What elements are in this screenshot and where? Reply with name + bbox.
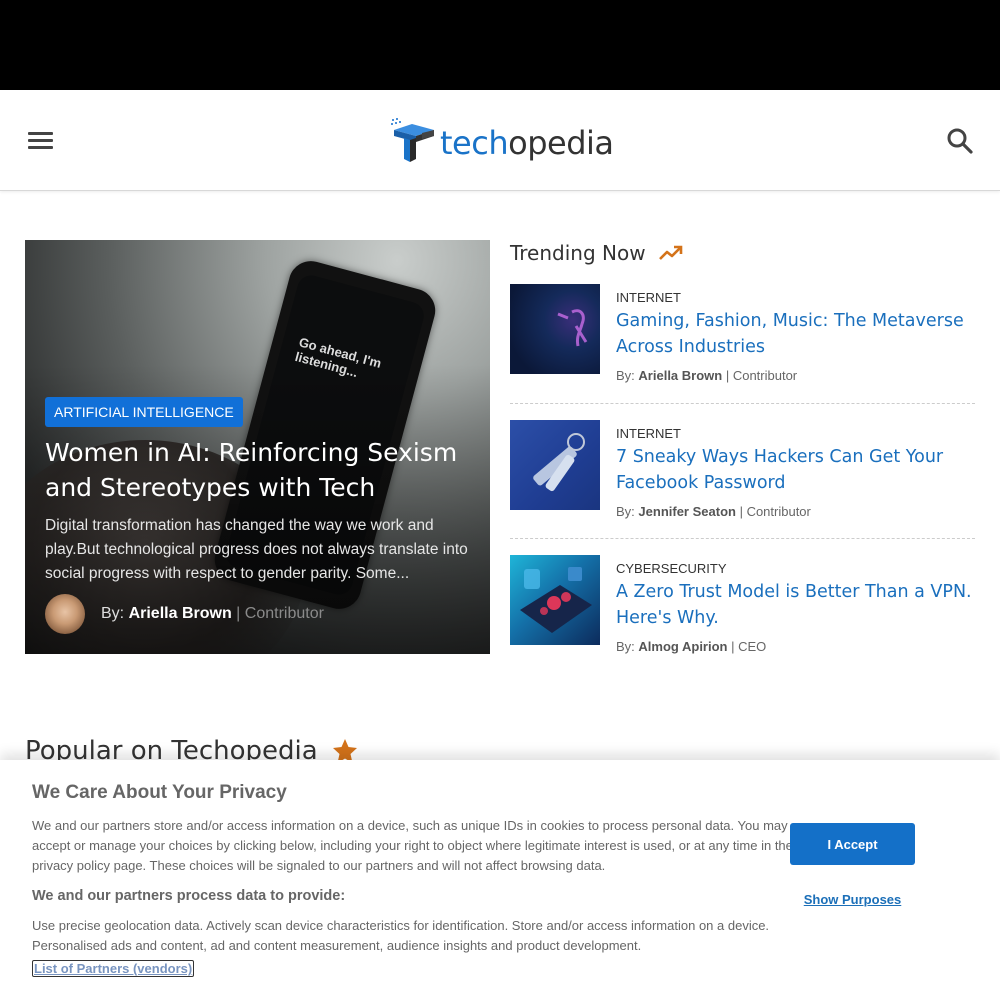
trending-title-link[interactable]: A Zero Trust Model is Better Than a VPN.… [616,579,976,631]
trending-up-icon [658,245,682,260]
hero-author: By: Ariella Brown | Contributor [45,594,324,634]
consent-purposes: Use precise geolocation data. Actively s… [32,918,770,953]
hero-article[interactable]: Go ahead, I'm listening... ARTIFICIAL IN… [25,240,490,654]
site-logo[interactable]: techopedia [390,118,614,164]
by-label: By: [616,368,635,383]
logo-text-opedia: opedia [508,124,614,162]
search-icon[interactable] [945,126,975,156]
logo-mark-icon [391,118,434,162]
list-of-partners-link[interactable]: List of Partners (vendors) [32,960,195,977]
trending-thumbnail-metaverse[interactable] [510,284,600,374]
author-role: CEO [738,639,767,654]
hero-title[interactable]: Women in AI: Reinforcing Sexism and Ster… [45,435,475,505]
avatar[interactable] [45,594,85,634]
trending-item[interactable]: INTERNET 7 Sneaky Ways Hackers Can Get Y… [510,420,975,539]
privacy-consent-banner: We Care About Your Privacy We and our pa… [0,760,1000,1000]
hero-category-badge[interactable]: ARTIFICIAL INTELLIGENCE [45,397,243,427]
author-name[interactable]: Almog Apirion [638,639,727,654]
by-label: By: [101,605,125,622]
trending-category[interactable]: INTERNET [616,426,681,441]
separator: | [236,605,241,622]
show-purposes-button[interactable]: Show Purposes [790,892,915,907]
trending-item[interactable]: CYBERSECURITY A Zero Trust Model is Bett… [510,555,975,655]
author-name[interactable]: Ariella Brown [638,368,722,383]
author-role: Contributor [244,605,324,622]
by-label: By: [616,504,635,519]
ad-banner [0,0,1000,90]
trending-byline: By: Jennifer Seaton | Contributor [616,504,811,519]
logo-text-tech: tech [440,124,509,162]
accept-button[interactable]: I Accept [790,823,915,865]
trending-thumbnail-keys[interactable] [510,420,600,510]
site-header: techopedia [0,90,1000,191]
consent-subtitle: We and our partners process data to prov… [32,888,346,904]
hamburger-icon[interactable] [28,132,53,150]
trending-category[interactable]: CYBERSECURITY [616,561,727,576]
trending-title-link[interactable]: Gaming, Fashion, Music: The Metaverse Ac… [616,308,976,360]
author-role: Contributor [746,504,811,519]
trending-title: Trending Now [510,241,646,265]
author-name[interactable]: Ariella Brown [129,605,232,622]
trending-byline: By: Ariella Brown | Contributor [616,368,798,383]
trending-byline: By: Almog Apirion | CEO [616,639,767,654]
author-role: Contributor [732,368,798,383]
trending-item[interactable]: INTERNET Gaming, Fashion, Music: The Met… [510,284,975,404]
hero-excerpt: Digital transformation has changed the w… [45,517,468,582]
consent-body: We and our partners store and/or access … [32,818,793,873]
author-name[interactable]: Jennifer Seaton [638,504,736,519]
trending-thumbnail-zero-trust[interactable] [510,555,600,645]
trending-category[interactable]: INTERNET [616,290,681,305]
by-label: By: [616,639,635,654]
trending-title-link[interactable]: 7 Sneaky Ways Hackers Can Get Your Faceb… [616,444,976,496]
trending-header: Trending Now [510,241,684,265]
consent-title: We Care About Your Privacy [32,782,287,803]
